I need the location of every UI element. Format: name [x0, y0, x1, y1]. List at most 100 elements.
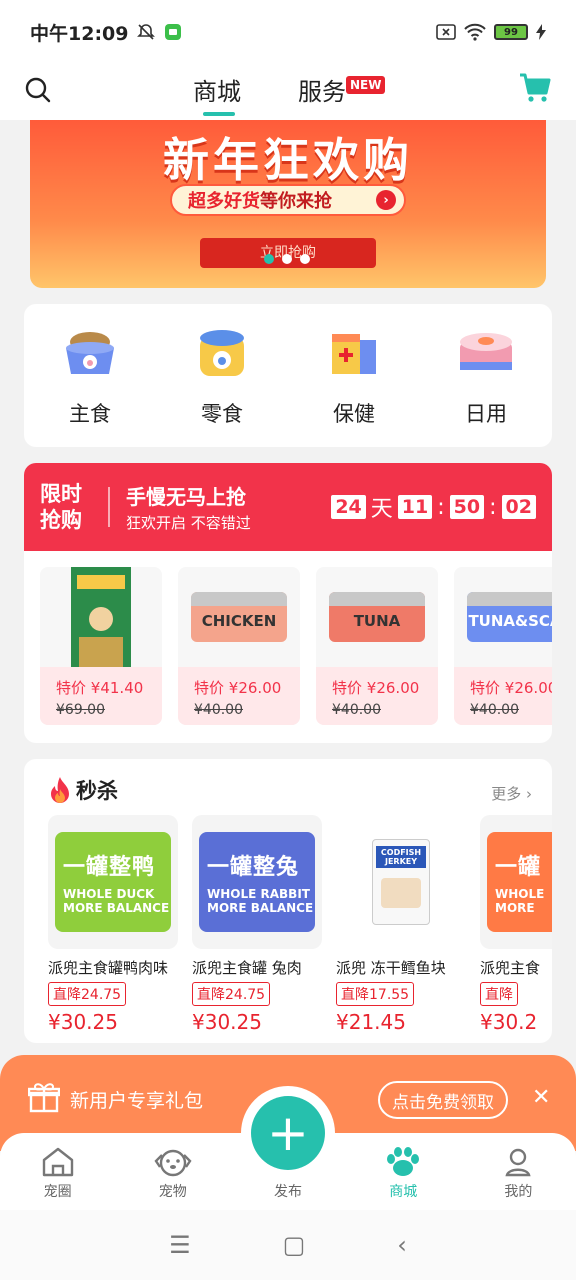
flash-sale-header[interactable]: 限时 抢购 手慢无马上抢 狂欢开启 不容错过 24 天 11 : 50 : 02	[24, 463, 552, 551]
publish-button[interactable]: +	[241, 1086, 335, 1180]
chevron-right-icon: ›	[526, 785, 532, 803]
product-image: 一罐 WHOLE MORE	[480, 815, 552, 949]
countdown-timer: 24 天 11 : 50 : 02	[331, 491, 536, 523]
seckill-item[interactable]: 一罐 WHOLE MORE 派兜主食 直降 ¥30.2	[480, 815, 552, 1034]
tab-label: 我的	[504, 1184, 533, 1200]
flash-item-tag: 特价	[332, 679, 363, 697]
sim-off-icon	[436, 24, 456, 40]
back-icon[interactable]: ‹	[397, 1231, 407, 1259]
tab-label: 宠物	[158, 1184, 187, 1200]
flash-item-orig-price: ¥40.00	[332, 702, 381, 718]
health-box-icon	[332, 334, 376, 374]
flash-item-orig-price: ¥69.00	[56, 702, 105, 718]
can-image: 一罐整兔 WHOLE RABBIT MORE BALANCE	[199, 832, 315, 932]
product-image: 一罐整兔 WHOLE RABBIT MORE BALANCE	[192, 815, 322, 949]
category-label: 零食	[201, 402, 243, 426]
seckill-item-price: ¥30.2	[480, 1010, 538, 1034]
arrow-right-icon: ›	[376, 190, 396, 210]
flash-sale-logo: 限时 抢购	[40, 482, 82, 532]
cart-icon[interactable]	[518, 72, 552, 104]
seckill-more-link[interactable]: 更多 ›	[491, 783, 532, 804]
can-image: TUNA	[329, 592, 425, 642]
charging-icon	[536, 24, 546, 40]
seckill-item-price: ¥30.25	[192, 1010, 262, 1034]
claim-gift-button[interactable]: 点击免费领取	[378, 1081, 508, 1119]
system-nav-bar: ☰ ▢ ‹	[0, 1210, 576, 1280]
can-image: 一罐整鸭 WHOLE DUCK MORE BALANCE	[55, 832, 171, 932]
seckill-item[interactable]: 一罐整兔 WHOLE RABBIT MORE BALANCE 派兜主食罐 兔肉 直…	[192, 815, 322, 1034]
menu-icon[interactable]: ☰	[169, 1231, 191, 1259]
can-image: CHICKEN	[191, 592, 287, 642]
category-health[interactable]: 保健	[288, 304, 420, 447]
flash-item[interactable]: TUNA 特价 ¥26.00 ¥40.00	[316, 567, 438, 725]
tab-mine[interactable]: 我的	[461, 1133, 576, 1210]
bag-image: CODFISH JERKEY	[372, 839, 430, 925]
food-bowl-icon	[66, 332, 114, 374]
banner-title: 新年狂欢购	[163, 133, 413, 187]
daily-use-icon	[460, 333, 512, 370]
gift-text: 新用户专享礼包	[70, 1090, 204, 1112]
can-image: 一罐 WHOLE MORE	[487, 832, 552, 932]
category-main-food[interactable]: 主食	[24, 304, 156, 447]
carousel-dot[interactable]	[300, 254, 310, 264]
flash-item[interactable]: TUNA&SCA 特价 ¥26.00 ¥40.00	[454, 567, 552, 725]
flash-item-tag: 特价	[194, 679, 225, 697]
product-image: TUNA&SCA	[454, 567, 552, 667]
new-badge: NEW	[346, 76, 386, 94]
seckill-item-name: 派兜主食	[480, 959, 541, 977]
tab-service[interactable]: 服务	[298, 72, 346, 107]
product-image	[40, 567, 162, 667]
countdown-days: 24	[331, 495, 366, 519]
seckill-item-drop: 直降24.75	[192, 982, 271, 1006]
flash-sale-card: 限时 抢购 手慢无马上抢 狂欢开启 不容错过 24 天 11 : 50 : 02…	[24, 463, 552, 743]
flash-subline: 狂欢开启 不容错过	[126, 514, 251, 532]
plus-icon: +	[251, 1096, 325, 1170]
flash-item-orig-price: ¥40.00	[470, 702, 519, 718]
countdown-seconds: 02	[501, 495, 536, 519]
flash-items-list: 特价 ¥41.40 ¥69.00 CHICKEN 特价 ¥26.00 ¥40.0…	[40, 567, 552, 725]
status-bar: 中午12:09 99	[0, 0, 576, 64]
carousel-dots	[264, 254, 310, 264]
seckill-item-drop: 直降	[480, 982, 518, 1006]
seckill-card: 秒杀 更多 › 一罐整鸭 WHOLE DUCK MORE BALANCE 派兜主食…	[24, 759, 552, 1043]
flash-item-price: ¥41.40	[90, 679, 144, 697]
flash-item[interactable]: 特价 ¥41.40 ¥69.00	[40, 567, 162, 725]
can-image: TUNA&SCA	[467, 592, 552, 642]
home-square-icon[interactable]: ▢	[283, 1231, 306, 1259]
close-icon[interactable]: ✕	[532, 1085, 550, 1110]
seckill-items-list: 一罐整鸭 WHOLE DUCK MORE BALANCE 派兜主食罐鸭肉味 直降2…	[48, 815, 552, 1034]
seckill-item[interactable]: CODFISH JERKEY 派兜 冻干鳕鱼块 直降17.55 ¥21.45	[336, 815, 466, 1034]
search-icon[interactable]	[24, 76, 52, 104]
flash-item-orig-price: ¥40.00	[194, 702, 243, 718]
tab-pets[interactable]: 宠物	[115, 1133, 230, 1210]
app-notification-icon	[165, 24, 182, 40]
tab-label: 商城	[389, 1184, 418, 1200]
snack-can-icon	[200, 330, 244, 376]
countdown-minutes: 50	[449, 495, 485, 519]
flash-item[interactable]: CHICKEN 特价 ¥26.00 ¥40.00	[178, 567, 300, 725]
tab-pet-circle[interactable]: 宠圈	[0, 1133, 115, 1210]
seckill-item-price: ¥30.25	[48, 1010, 118, 1034]
tab-active-indicator	[203, 112, 235, 116]
flash-item-tag: 特价	[470, 679, 501, 697]
category-grid: 主食 零食 保健 日用	[24, 304, 552, 447]
category-label: 主食	[69, 402, 111, 426]
seckill-item[interactable]: 一罐整鸭 WHOLE DUCK MORE BALANCE 派兜主食罐鸭肉味 直降2…	[48, 815, 178, 1034]
home-icon	[42, 1147, 73, 1177]
carousel-dot[interactable]	[264, 254, 274, 264]
tab-store-bottom[interactable]: 商城	[346, 1133, 461, 1210]
paw-icon	[387, 1147, 420, 1176]
flash-item-price: ¥26.00	[366, 679, 420, 697]
tab-label: 宠圈	[43, 1184, 72, 1200]
category-daily[interactable]: 日用	[420, 304, 552, 447]
divider	[108, 487, 110, 527]
product-image: CHICKEN	[178, 567, 300, 667]
mute-bell-icon	[137, 24, 156, 40]
flash-item-price: ¥26.00	[228, 679, 282, 697]
top-nav: 商城 服务	[0, 64, 576, 120]
category-snack[interactable]: 零食	[156, 304, 288, 447]
seckill-item-drop: 直降17.55	[336, 982, 415, 1006]
carousel-dot[interactable]	[282, 254, 292, 264]
battery-icon: 99	[494, 24, 528, 40]
tab-store[interactable]: 商城	[193, 72, 241, 116]
